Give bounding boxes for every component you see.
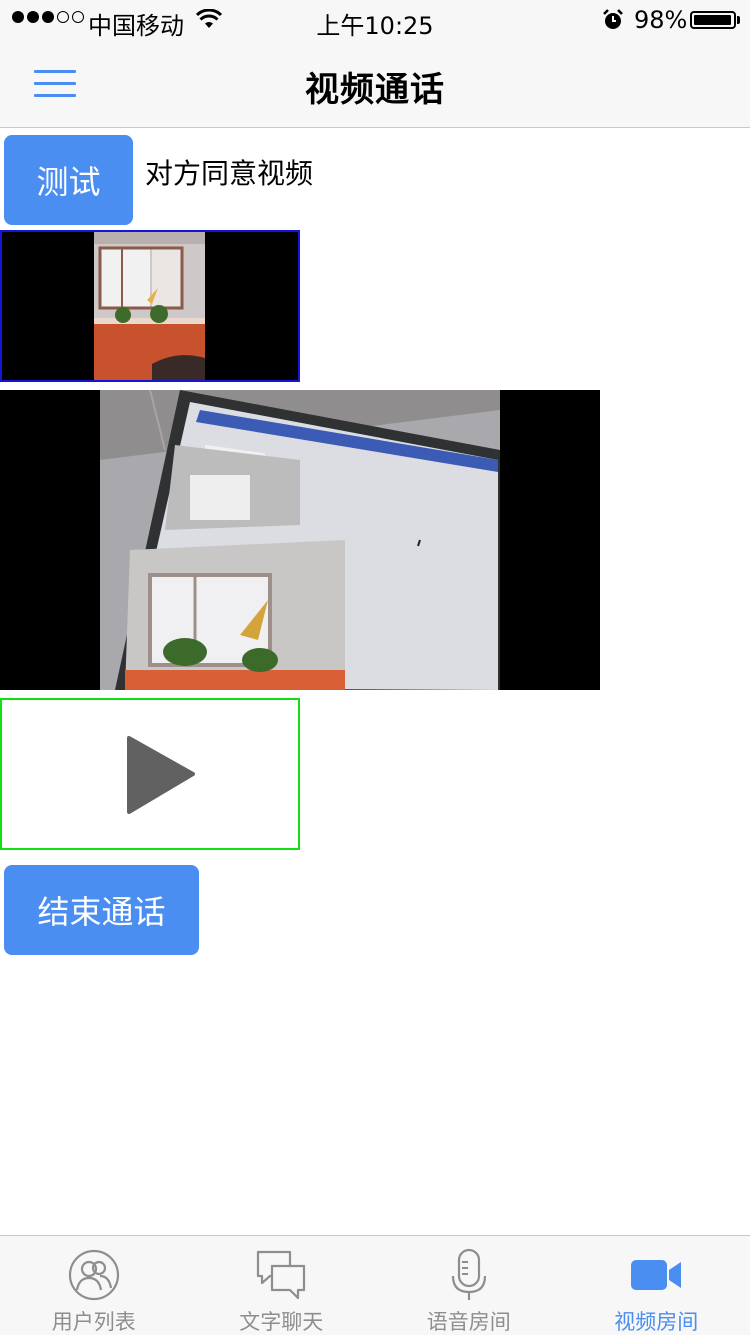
video-player-placeholder[interactable]	[0, 698, 300, 850]
battery-level-fill	[694, 15, 731, 25]
battery-percentage: 98%	[634, 6, 687, 34]
tab-bar: 用户列表 文字聊天 语音房间 视频房间	[0, 1235, 750, 1335]
chat-bubbles-icon	[254, 1248, 308, 1302]
status-bar: 中国移动 上午10:25 98%	[0, 0, 750, 40]
battery-icon	[690, 11, 736, 29]
local-camera-frame	[2, 232, 298, 380]
page-title: 视频通话	[0, 62, 750, 111]
tab-voice-room[interactable]: 语音房间	[375, 1236, 563, 1335]
battery-nub	[737, 16, 740, 24]
microphone-icon	[442, 1248, 496, 1302]
remote-camera-frame	[0, 390, 600, 690]
tab-label: 用户列表	[0, 1306, 188, 1336]
tab-user-list[interactable]: 用户列表	[0, 1236, 188, 1335]
local-video-preview	[0, 230, 300, 382]
call-status-text: 对方同意视频	[145, 152, 313, 192]
video-camera-icon	[629, 1248, 683, 1302]
test-button[interactable]: 测试	[4, 135, 133, 225]
tab-label: 语音房间	[375, 1306, 563, 1336]
play-icon[interactable]	[125, 734, 197, 814]
alarm-clock-icon	[601, 8, 625, 32]
tab-text-chat[interactable]: 文字聊天	[188, 1236, 376, 1335]
tab-label: 视频房间	[563, 1306, 750, 1336]
users-icon	[67, 1248, 121, 1302]
remote-video	[0, 390, 600, 690]
end-call-button[interactable]: 结束通话	[4, 865, 199, 955]
tab-video-room[interactable]: 视频房间	[563, 1236, 750, 1335]
tab-label: 文字聊天	[188, 1306, 376, 1336]
navigation-bar: 视频通话	[0, 40, 750, 128]
